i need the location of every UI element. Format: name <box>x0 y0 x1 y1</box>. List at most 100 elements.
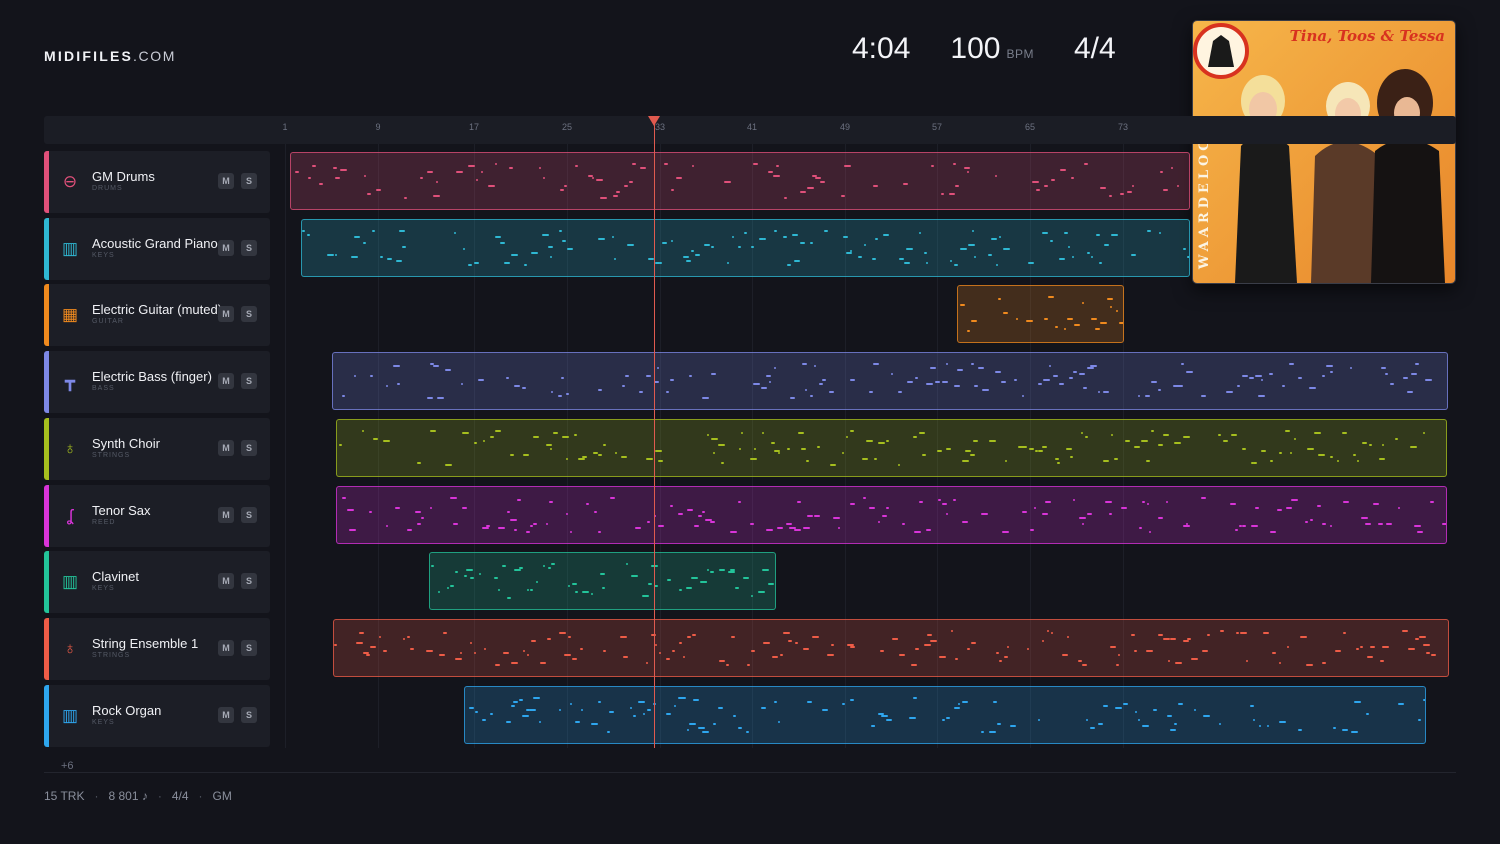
midi-clip[interactable] <box>336 419 1447 477</box>
midi-note <box>539 167 542 169</box>
midi-note <box>558 709 561 711</box>
midi-note <box>659 262 663 264</box>
midi-note <box>690 250 694 252</box>
playhead[interactable] <box>648 116 660 748</box>
playhead-marker[interactable] <box>648 116 660 126</box>
midi-note <box>1367 656 1374 658</box>
mute-button[interactable]: M <box>218 173 234 189</box>
bass-icon: ┳ <box>64 372 76 391</box>
mute-button[interactable]: M <box>218 373 234 389</box>
mute-button[interactable]: M <box>218 507 234 523</box>
midi-note <box>1103 244 1109 246</box>
midi-note <box>1270 531 1277 533</box>
midi-note <box>1407 648 1415 650</box>
midi-note <box>666 713 672 715</box>
midi-note <box>470 577 475 579</box>
track-header[interactable]: ⊖ GM Drums DRUMS M S <box>44 151 270 213</box>
track-header[interactable]: ▥ Acoustic Grand Piano KEYS M S <box>44 218 270 280</box>
midi-note <box>1426 652 1431 654</box>
midi-note <box>874 238 878 240</box>
midi-note <box>1110 434 1113 436</box>
midi-clip[interactable] <box>429 552 776 610</box>
midi-note <box>1419 636 1427 638</box>
midi-clip[interactable] <box>957 285 1124 343</box>
midi-note <box>797 432 804 434</box>
track-header[interactable]: ┳ Electric Bass (finger) BASS M S <box>44 351 270 413</box>
midi-note <box>657 367 660 369</box>
midi-note <box>698 727 706 729</box>
mute-button[interactable]: M <box>218 240 234 256</box>
midi-clip[interactable] <box>290 152 1190 210</box>
midi-note <box>351 256 359 258</box>
midi-note <box>1166 715 1172 717</box>
midi-note <box>646 709 651 711</box>
midi-note <box>818 383 823 385</box>
midi-note <box>787 640 792 642</box>
solo-button[interactable]: S <box>241 173 257 189</box>
midi-note <box>533 697 541 699</box>
midi-note <box>865 440 873 442</box>
midi-note <box>450 585 455 587</box>
midi-note <box>1306 664 1314 666</box>
mute-button[interactable]: M <box>218 440 234 456</box>
track-header[interactable]: ▥ Rock Organ KEYS M S <box>44 685 270 747</box>
track-category: STRINGS <box>92 452 131 459</box>
midi-note <box>981 513 989 515</box>
midi-note <box>530 640 536 642</box>
midi-note <box>873 458 877 460</box>
midi-note <box>1330 456 1334 458</box>
solo-button[interactable]: S <box>241 440 257 456</box>
track-header[interactable]: ʆ Tenor Sax REED M S <box>44 485 270 547</box>
solo-button[interactable]: S <box>241 573 257 589</box>
midi-note <box>1417 531 1424 533</box>
midi-note <box>542 565 545 567</box>
more-tracks-count[interactable]: +6 <box>61 760 74 772</box>
midi-note <box>1169 729 1176 731</box>
solo-button[interactable]: S <box>241 240 257 256</box>
midi-note <box>1173 723 1177 725</box>
midi-note <box>375 189 381 191</box>
timeline-ruler[interactable]: 1 9 17 25 33 41 49 57 65 73 <box>44 116 1456 144</box>
midi-note <box>784 197 788 199</box>
mute-button[interactable]: M <box>218 640 234 656</box>
track-header[interactable]: ♁ String Ensemble 1 STRINGS M S <box>44 618 270 680</box>
track-header[interactable]: ▥ Clavinet KEYS M S <box>44 551 270 613</box>
midi-note <box>803 648 810 650</box>
sax-icon: ʆ <box>67 506 73 525</box>
midi-clip[interactable] <box>332 352 1448 410</box>
solo-button[interactable]: S <box>241 640 257 656</box>
solo-button[interactable]: S <box>241 507 257 523</box>
midi-note <box>838 527 841 529</box>
midi-note <box>794 260 801 262</box>
midi-note <box>779 654 783 656</box>
track-header[interactable]: ▦ Electric Guitar (muted) GUITAR M S <box>44 284 270 346</box>
midi-note <box>1095 328 1101 330</box>
midi-note <box>395 260 402 262</box>
mute-button[interactable]: M <box>218 306 234 322</box>
solo-button[interactable]: S <box>241 373 257 389</box>
midi-note <box>621 456 628 458</box>
track-header[interactable]: ♁ Synth Choir STRINGS M S <box>44 418 270 480</box>
midi-note <box>726 664 730 666</box>
midi-note <box>1131 254 1137 256</box>
midi-note <box>1153 709 1158 711</box>
midi-note <box>1317 505 1322 507</box>
track-color-bar <box>44 218 49 280</box>
solo-button[interactable]: S <box>241 306 257 322</box>
track-color-bar <box>44 685 49 747</box>
mute-button[interactable]: M <box>218 707 234 723</box>
midi-note <box>582 591 589 593</box>
mute-button[interactable]: M <box>218 573 234 589</box>
ruler-tick: 41 <box>746 122 758 132</box>
midi-clip[interactable] <box>301 219 1190 277</box>
midi-note <box>1134 446 1141 448</box>
midi-note <box>821 379 826 381</box>
midi-clip[interactable] <box>333 619 1449 677</box>
midi-note <box>622 656 628 658</box>
midi-note <box>1142 725 1150 727</box>
midi-clip[interactable] <box>464 686 1426 744</box>
solo-button[interactable]: S <box>241 707 257 723</box>
midi-clip[interactable] <box>336 486 1447 544</box>
midi-note <box>430 507 433 509</box>
midi-note <box>930 640 938 642</box>
